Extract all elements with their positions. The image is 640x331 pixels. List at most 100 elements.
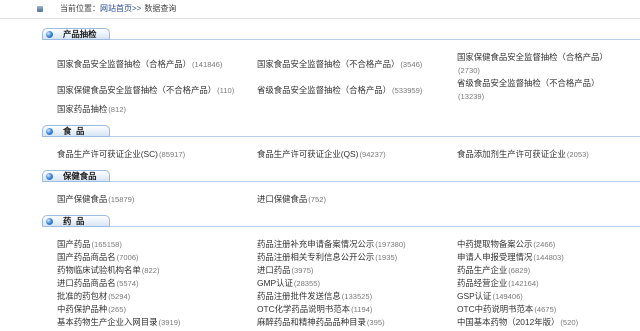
data-item-link[interactable]: 国产药品(165158): [57, 238, 257, 251]
data-item-link[interactable]: 麻醉药品和精神药品品种目录(395): [257, 316, 457, 329]
data-item-link[interactable]: 食品生产许可获证企业(SC)(85917): [57, 148, 257, 161]
data-item-label[interactable]: 国家保健食品安全监督抽检（合格产品）: [457, 52, 608, 62]
data-item-label[interactable]: 进口药品: [257, 265, 291, 275]
data-item-count: (28355): [293, 279, 321, 288]
section-tab: 食 品: [42, 125, 110, 137]
data-item-link[interactable]: 药品生产企业(6829): [457, 264, 617, 277]
data-item-count: (13239): [458, 92, 485, 101]
data-item-label[interactable]: 省级食品安全监督抽检（合格产品）: [257, 85, 391, 95]
data-item-count: (85917): [158, 150, 186, 159]
data-item-label[interactable]: 中国基本药物（2012年版）: [457, 317, 559, 327]
data-item-link[interactable]: 进口药品商品名(5574): [57, 277, 257, 290]
data-item-link[interactable]: 药品注册补充申请备案情况公示(197380): [257, 238, 457, 251]
data-item-label[interactable]: 中药保护品种: [57, 304, 107, 314]
data-item-link[interactable]: 中药提取物备案公示(2466): [457, 238, 617, 251]
data-item-label[interactable]: 国家药品抽检: [57, 104, 107, 114]
data-item-label[interactable]: GSP认证: [457, 291, 491, 301]
data-item-count: (1935): [375, 253, 398, 262]
data-item-link[interactable]: 国家食品安全监督抽检（不合格产品）(3546): [257, 58, 457, 71]
data-item-link[interactable]: 省级食品安全监督抽检（不合格产品） (13239): [457, 77, 617, 103]
data-item-label[interactable]: 药品注册相关专利信息公开公示: [257, 252, 374, 262]
data-item-label[interactable]: 麻醉药品和精神药品品种目录: [257, 317, 366, 327]
data-item-link[interactable]: 国家药品抽检(812): [57, 103, 257, 116]
data-item-label[interactable]: 药品生产企业: [457, 265, 507, 275]
data-item-count: (15879): [108, 195, 135, 204]
data-item-label[interactable]: 进口药品商品名: [57, 278, 116, 288]
data-item-link[interactable]: 国产保健食品(15879): [57, 193, 257, 206]
data-item-label[interactable]: 食品生产许可获证企业(QS): [257, 149, 358, 159]
section-title: 产品抽检: [63, 29, 97, 39]
section-header: 产品抽检: [42, 28, 640, 40]
data-item-link[interactable]: 进口保健食品(752): [257, 193, 457, 206]
data-item-label[interactable]: 国家保健食品安全监督抽检（不合格产品）: [57, 85, 216, 95]
data-item-label[interactable]: 中药提取物备案公示: [457, 239, 532, 249]
data-item-label[interactable]: 国产药品商品名: [57, 252, 116, 262]
data-item-count: (110): [217, 85, 235, 95]
location-icon: [37, 6, 43, 12]
data-item-count: (5574): [116, 279, 139, 288]
breadcrumb-text: 当前位置：网站首页>> 数据查询: [60, 0, 176, 18]
data-item-label[interactable]: 国产药品: [57, 239, 91, 249]
data-item-link[interactable]: 药品经营企业(142164): [457, 277, 617, 290]
data-item-count: (3975): [291, 266, 314, 275]
section-title: 食 品: [63, 126, 85, 136]
section-title: 保健食品: [63, 171, 97, 181]
breadcrumb: 当前位置：网站首页>> 数据查询: [0, 0, 640, 19]
data-item-label[interactable]: 省级食品安全监督抽检（不合格产品）: [457, 78, 599, 88]
bullet-icon: [46, 172, 53, 180]
section-tab: 保健食品: [42, 170, 110, 182]
data-item-link[interactable]: 食品生产许可获证企业(QS)(94237): [257, 148, 457, 161]
data-item-label[interactable]: 基本药物生产企业入网目录: [57, 317, 158, 327]
section-divider: [110, 136, 640, 137]
data-item-link[interactable]: 国产药品商品名(7006): [57, 251, 257, 264]
data-item-link[interactable]: 药品注册相关专利信息公开公示(1935): [257, 251, 457, 264]
data-item-label[interactable]: 药品注册补充申请备案情况公示: [257, 239, 374, 249]
data-item-link[interactable]: 药物临床试验机构名单(822): [57, 264, 257, 277]
data-item-count: (520): [560, 318, 579, 327]
data-item-count: (812): [108, 105, 126, 114]
data-item-link[interactable]: 基本药物生产企业入网目录(3919): [57, 316, 257, 329]
data-item-link[interactable]: 国家保健食品安全监督抽检（不合格产品）(110): [57, 84, 257, 97]
data-item-link[interactable]: OTC化学药品说明书范本(1194): [257, 303, 457, 316]
data-item-label[interactable]: 药物临床试验机构名单: [57, 265, 141, 275]
data-item-label[interactable]: 药品经营企业: [457, 278, 507, 288]
data-item-label[interactable]: 国产保健食品: [57, 194, 107, 204]
breadcrumb-prefix: 当前位置：: [60, 4, 100, 13]
breadcrumb-home-link[interactable]: 网站首页>>: [100, 4, 141, 13]
data-item-label[interactable]: 进口保健食品: [257, 194, 307, 204]
data-item-count: (142164): [508, 279, 539, 288]
section-divider: [110, 39, 640, 40]
data-item-link[interactable]: GSP认证(149406): [457, 290, 617, 303]
bullet-icon: [46, 30, 53, 38]
data-item-link[interactable]: 进口药品(3975): [257, 264, 457, 277]
data-item-count: (265): [108, 305, 126, 314]
data-query-page: 当前位置：网站首页>> 数据查询 产品抽检 国家食品安全监督抽检（合格产品）(14…: [0, 0, 640, 331]
data-item-count: (149406): [492, 292, 523, 301]
data-item-label[interactable]: 申请人申报受理情况: [457, 252, 532, 262]
data-item-label[interactable]: 药品注册批件发送信息: [257, 291, 341, 301]
data-item-link[interactable]: 药品注册批件发送信息(133525): [257, 290, 457, 303]
data-item-link[interactable]: 食品添加剂生产许可获证企业(2053): [457, 148, 617, 161]
data-item-link[interactable]: 批准的药包材(5294): [57, 290, 257, 303]
data-item-link[interactable]: 中药保护品种(265): [57, 303, 257, 316]
data-item-link[interactable]: 申请人申报受理情况(144803): [457, 251, 617, 264]
data-item-count: (2730): [458, 66, 480, 75]
food-section: 食 品 食品生产许可获证企业(SC)(85917) 食品生产许可获证企业(QS)…: [0, 125, 640, 161]
data-item-label[interactable]: OTC化学药品说明书范本: [257, 304, 350, 314]
data-item-link[interactable]: 省级食品安全监督抽检（合格产品）(533959): [257, 84, 457, 97]
section-header: 药 品: [42, 215, 640, 227]
data-item-label[interactable]: GMP认证: [257, 278, 293, 288]
data-item-link[interactable]: 中国基本药物（2012年版）(520): [457, 316, 617, 329]
data-item-label[interactable]: 批准的药包材: [57, 291, 107, 301]
data-item-link[interactable]: GMP认证(28355): [257, 277, 457, 290]
data-item-link[interactable]: OTC中药说明书范本(4675): [457, 303, 617, 316]
data-item-label[interactable]: OTC中药说明书范本: [457, 304, 533, 314]
data-item-label[interactable]: 食品生产许可获证企业(SC): [57, 149, 158, 159]
data-item-link[interactable]: 国家保健食品安全监督抽检（合格产品） (2730): [457, 51, 617, 77]
data-item-label[interactable]: 国家食品安全监督抽检（合格产品）: [57, 59, 191, 69]
health-food-section: 保健食品 国产保健食品(15879) 进口保健食品(752): [0, 170, 640, 206]
data-item-link[interactable]: 国家食品安全监督抽检（合格产品）(141846): [57, 58, 257, 71]
data-item-count: (3546): [400, 59, 423, 69]
data-item-label[interactable]: 食品添加剂生产许可获证企业: [457, 149, 566, 159]
data-item-label[interactable]: 国家食品安全监督抽检（不合格产品）: [257, 59, 399, 69]
